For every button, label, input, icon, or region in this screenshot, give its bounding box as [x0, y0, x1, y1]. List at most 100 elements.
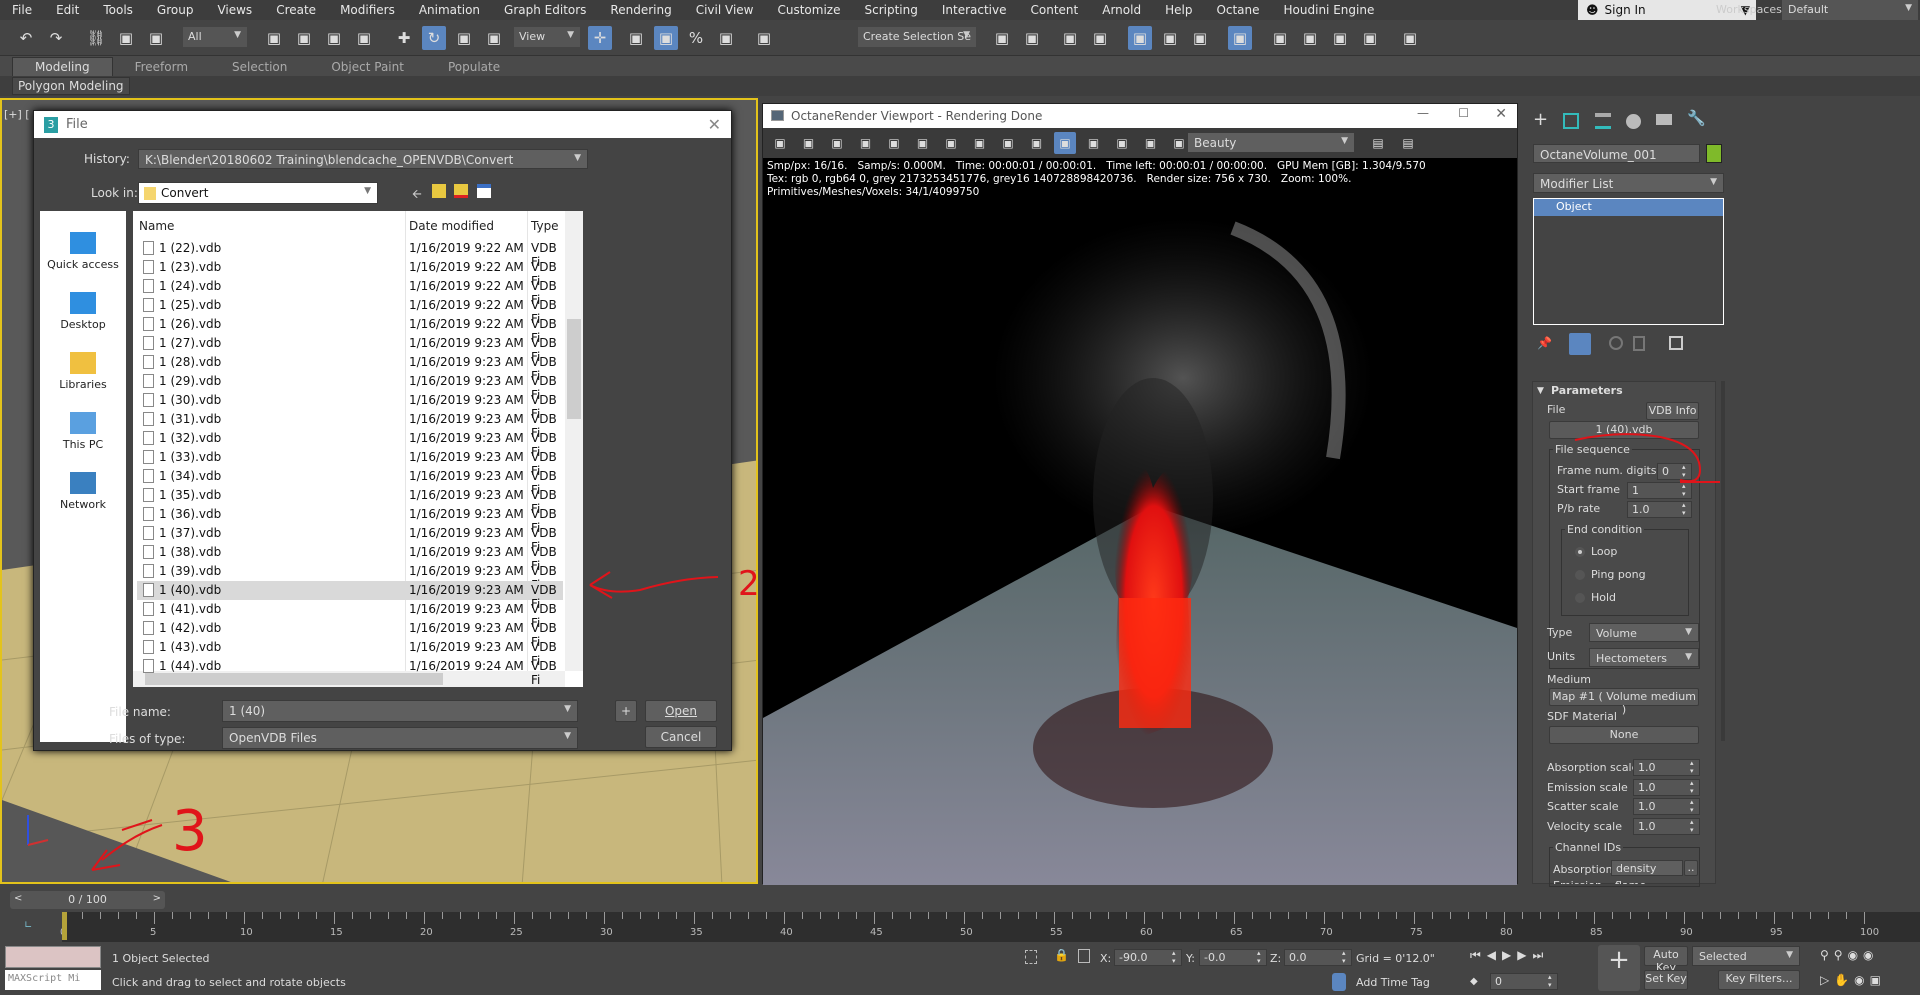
file-row[interactable]: 1 (34).vdb 1/16/2019 9:23 AM VDB Fi: [137, 467, 563, 497]
camera-icon[interactable]: ▣: [1140, 132, 1162, 154]
settings-icon[interactable]: ▣: [1168, 132, 1190, 154]
set-key-button[interactable]: Set Key: [1644, 970, 1688, 990]
move-icon[interactable]: ✚: [392, 26, 416, 50]
current-frame-spinner[interactable]: 0: [1490, 973, 1558, 990]
scale-icon[interactable]: ▣: [452, 26, 476, 50]
select-by-name-icon[interactable]: ▣: [292, 26, 316, 50]
viewport-navigation-controls[interactable]: ▷✋◉▣: [1820, 973, 1886, 987]
vertical-scrollbar[interactable]: [565, 211, 583, 671]
scatter-scale-spinner[interactable]: 1.0: [1633, 798, 1700, 815]
ribbon-toggle-icon[interactable]: ▣: [1128, 26, 1152, 50]
file-row[interactable]: 1 (37).vdb 1/16/2019 9:23 AM VDB Fi: [137, 524, 563, 554]
file-row[interactable]: 1 (23).vdb 1/16/2019 9:22 AM VDB Fi: [137, 258, 563, 288]
column-type[interactable]: Type: [531, 219, 559, 233]
file-row[interactable]: 1 (44).vdb 1/16/2019 9:24 AM VDB Fi: [137, 657, 563, 687]
undo-icon[interactable]: ↶: [14, 26, 38, 50]
maximize-icon[interactable]: ☐: [1458, 106, 1469, 120]
spinner-snap-icon[interactable]: ▣: [714, 26, 738, 50]
file-row[interactable]: 1 (33).vdb 1/16/2019 9:23 AM VDB Fi: [137, 448, 563, 478]
reference-coordinate-dropdown[interactable]: View ▼: [514, 27, 580, 47]
place-quick-access[interactable]: Quick access: [40, 211, 126, 271]
file-row[interactable]: 1 (25).vdb 1/16/2019 9:22 AM VDB Fi: [137, 296, 563, 326]
modifier-list-dropdown[interactable]: Modifier List ▼: [1533, 173, 1724, 193]
curve-editor-toggle-icon[interactable]: ∟: [24, 920, 32, 931]
key-mode-dropdown[interactable]: Selected ▼: [1692, 946, 1800, 966]
menu-item-tools[interactable]: Tools: [91, 3, 145, 17]
file-name-input[interactable]: 1 (40) ▼: [222, 700, 578, 722]
menu-item-file[interactable]: File: [0, 3, 44, 17]
snap-3d-icon[interactable]: ▣: [624, 26, 648, 50]
look-in-dropdown[interactable]: Convert ▼: [138, 182, 378, 204]
place-libraries[interactable]: Libraries: [40, 331, 126, 391]
file-row[interactable]: 1 (35).vdb 1/16/2019 9:23 AM VDB Fi: [137, 486, 563, 516]
color-picker-icon[interactable]: ▣: [997, 132, 1019, 154]
percent-snap-icon[interactable]: %: [684, 26, 708, 50]
maxscript-mini-listener[interactable]: MAXScript Mi: [5, 970, 101, 990]
send-scene-icon[interactable]: ▣: [769, 132, 791, 154]
menu-item-octane[interactable]: Octane: [1204, 3, 1271, 17]
object-name-input[interactable]: OctaneVolume_001: [1533, 144, 1700, 163]
file-list[interactable]: Name Date modified Type 1 (22).vdb 1/16/2…: [133, 211, 583, 687]
pin-icon[interactable]: ✛: [588, 26, 612, 50]
menu-item-help[interactable]: Help: [1153, 3, 1204, 17]
window-crossing-icon[interactable]: ▣: [352, 26, 376, 50]
hierarchy-tab-icon[interactable]: [1595, 113, 1611, 129]
absorption-channel-browse[interactable]: ..: [1684, 860, 1698, 876]
velocity-scale-spinner[interactable]: 1.0: [1633, 817, 1700, 835]
angle-snap-icon[interactable]: ▣: [654, 26, 678, 50]
display-tab-icon[interactable]: [1656, 114, 1672, 125]
maxscript-listener-output[interactable]: [5, 946, 101, 968]
close-icon[interactable]: ✕: [1495, 106, 1507, 122]
viewport-label[interactable]: [+] [: [4, 108, 30, 121]
render-pass-dropdown[interactable]: Beauty ▼: [1187, 132, 1355, 153]
tab-populate[interactable]: Populate: [426, 58, 522, 76]
sdf-material-button[interactable]: None: [1549, 726, 1699, 744]
export-icon[interactable]: ▤: [1397, 132, 1419, 154]
file-row[interactable]: 1 (24).vdb 1/16/2019 9:22 AM VDB Fi: [137, 277, 563, 307]
place-network[interactable]: Network: [40, 451, 126, 511]
menu-item-views[interactable]: Views: [205, 3, 264, 17]
type-dropdown[interactable]: Volume ▼: [1589, 623, 1699, 642]
file-button[interactable]: 1 (40).vdb: [1549, 421, 1699, 439]
render-production-icon[interactable]: ▣: [1328, 26, 1352, 50]
tab-modeling[interactable]: Modeling: [12, 57, 113, 76]
end-condition-radio-hold[interactable]: [1575, 593, 1585, 603]
chevron-right-icon[interactable]: >: [153, 893, 161, 904]
render-layers-icon[interactable]: ▤: [1367, 132, 1389, 154]
lock-icon[interactable]: ▣: [883, 132, 905, 154]
file-row[interactable]: 1 (26).vdb 1/16/2019 9:22 AM VDB Fi: [137, 315, 563, 345]
modify-tab-icon[interactable]: [1563, 113, 1579, 129]
refresh-icon[interactable]: ▣: [940, 132, 962, 154]
menu-item-civil-view[interactable]: Civil View: [684, 3, 766, 17]
file-row[interactable]: 1 (43).vdb 1/16/2019 9:23 AM VDB Fi: [137, 638, 563, 668]
open-button[interactable]: Open: [645, 700, 717, 722]
start-frame-spinner[interactable]: 1: [1627, 482, 1692, 499]
file-type-dropdown[interactable]: OpenVDB Files ▼: [222, 727, 578, 749]
unlink-icon[interactable]: ▣: [114, 26, 138, 50]
tab-freeform[interactable]: Freeform: [113, 58, 210, 76]
y-coordinate-spinner[interactable]: -0.0: [1199, 949, 1267, 966]
vdb-info-button[interactable]: VDB Info: [1646, 402, 1699, 420]
create-tab-icon[interactable]: +: [1533, 109, 1548, 130]
file-row[interactable]: 1 (29).vdb 1/16/2019 9:23 AM VDB Fi: [137, 372, 563, 402]
select-object-icon[interactable]: ▣: [262, 26, 286, 50]
modifier-stack[interactable]: Object: [1533, 198, 1724, 325]
render-cloud-icon[interactable]: ▣: [1358, 26, 1382, 50]
file-row[interactable]: 1 (36).vdb 1/16/2019 9:23 AM VDB Fi: [137, 505, 563, 535]
menu-item-graph-editors[interactable]: Graph Editors: [492, 3, 598, 17]
curve-editor-icon[interactable]: ▣: [1158, 26, 1182, 50]
dope-sheet-icon[interactable]: ▣: [1188, 26, 1212, 50]
absorption-scale-spinner[interactable]: 1.0: [1633, 759, 1700, 776]
menu-item-group[interactable]: Group: [145, 3, 206, 17]
end-condition-radio-ping-pong[interactable]: [1575, 570, 1585, 580]
menu-item-edit[interactable]: Edit: [44, 3, 91, 17]
column-date-modified[interactable]: Date modified: [409, 219, 494, 233]
region-render-icon[interactable]: ▣: [1054, 132, 1076, 154]
file-row[interactable]: 1 (31).vdb 1/16/2019 9:23 AM VDB Fi: [137, 410, 563, 440]
make-unique-icon[interactable]: [1609, 336, 1623, 350]
parameters-title[interactable]: Parameters: [1551, 384, 1623, 397]
auto-key-button[interactable]: Auto Key: [1644, 946, 1688, 974]
workspace-dropdown[interactable]: Default ▼: [1782, 0, 1918, 20]
align-icon[interactable]: ▣: [1020, 26, 1044, 50]
playback-rate-spinner[interactable]: 1.0: [1627, 501, 1692, 518]
